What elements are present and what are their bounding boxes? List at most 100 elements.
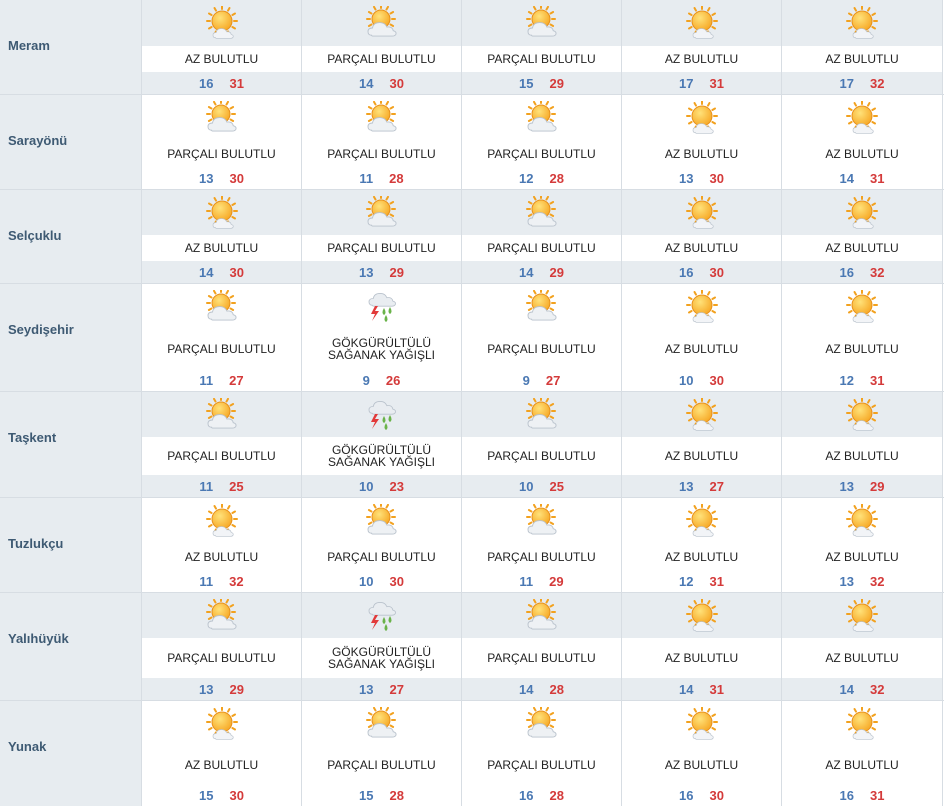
max-temp: 30 — [709, 170, 724, 186]
weather-icon-cell — [302, 392, 461, 438]
sun-cloud-icon — [525, 503, 557, 535]
max-temp: 31 — [870, 787, 885, 803]
forecast-day: PARÇALI BULUTLU 11 25 — [142, 392, 302, 497]
sun-small-cloud-icon — [685, 706, 718, 740]
city-cell: Seydişehir — [0, 284, 142, 391]
temperature-pair: 16 31 — [782, 784, 942, 806]
city-cell: Yalıhüyük — [0, 593, 142, 700]
weather-icon-cell — [782, 392, 942, 438]
city-name[interactable]: Meram — [8, 38, 50, 53]
min-temp: 10 — [679, 372, 694, 388]
min-temp: 9 — [522, 372, 530, 388]
sun-cloud-icon — [365, 195, 397, 227]
thunder-rain-icon — [368, 601, 396, 631]
city-name[interactable]: Yunak — [8, 739, 46, 754]
min-temp: 17 — [679, 75, 694, 91]
city-name[interactable]: Taşkent — [8, 430, 56, 445]
weather-icon-cell — [462, 0, 621, 46]
max-temp: 28 — [389, 787, 404, 803]
condition-text: PARÇALI BULUTLU — [302, 140, 461, 168]
forecast-day: PARÇALI BULUTLU 16 28 — [462, 701, 622, 806]
max-temp: 29 — [389, 264, 404, 280]
max-temp: 28 — [549, 681, 564, 697]
min-temp: 11 — [199, 478, 214, 494]
condition-text: PARÇALI BULUTLU — [462, 140, 621, 168]
city-cell: Sarayönü — [0, 95, 142, 189]
min-temp: 13 — [679, 170, 694, 186]
day-columns: AZ BULUTLU 11 32 PARÇALI BULUTLU 10 30 P… — [142, 498, 944, 592]
max-temp: 29 — [549, 75, 564, 91]
forecast-day: AZ BULUTLU 14 31 — [782, 95, 943, 189]
weather-icon-cell — [302, 0, 461, 46]
city-cell: Tuzlukçu — [0, 498, 142, 592]
condition-text: PARÇALI BULUTLU — [462, 329, 621, 370]
max-temp: 29 — [549, 573, 564, 589]
city-name[interactable]: Yalıhüyük — [8, 631, 69, 646]
city-name[interactable]: Seydişehir — [8, 322, 74, 337]
max-temp: 28 — [549, 787, 564, 803]
temperature-pair: 14 31 — [622, 678, 781, 700]
sun-cloud-icon — [525, 100, 557, 132]
temperature-pair: 9 27 — [462, 369, 621, 391]
forecast-day: PARÇALI BULUTLU 15 28 — [302, 701, 462, 806]
forecast-day: PARÇALI BULUTLU 11 29 — [462, 498, 622, 592]
sun-cloud-icon — [205, 100, 237, 132]
sun-small-cloud-icon — [846, 706, 878, 740]
condition-text: AZ BULUTLU — [782, 140, 942, 168]
city-name[interactable]: Sarayönü — [8, 133, 67, 148]
condition-text: AZ BULUTLU — [782, 235, 942, 262]
sun-cloud-icon — [365, 6, 397, 37]
weather-icon-cell — [302, 284, 461, 330]
temperature-pair: 11 29 — [462, 570, 621, 592]
min-temp: 14 — [519, 681, 534, 697]
max-temp: 30 — [229, 787, 244, 803]
temperature-pair: 16 31 — [142, 72, 301, 94]
weather-icon-cell — [142, 593, 301, 639]
max-temp: 32 — [870, 75, 885, 91]
temperature-pair: 14 30 — [302, 72, 461, 94]
city-cell: Meram — [0, 0, 142, 94]
city-name[interactable]: Tuzlukçu — [8, 536, 63, 551]
min-temp: 13 — [199, 170, 214, 186]
weather-icon-cell — [622, 392, 781, 438]
max-temp: 25 — [549, 478, 564, 494]
forecast-day: PARÇALI BULUTLU 15 29 — [462, 0, 622, 94]
min-temp: 17 — [839, 75, 854, 91]
city-row: Yalıhüyük PARÇALI BULUTLU 13 29 GÖKGÜRÜL… — [0, 592, 944, 700]
weather-icon-cell — [462, 701, 621, 747]
condition-text: PARÇALI BULUTLU — [462, 235, 621, 262]
temperature-pair: 11 25 — [142, 475, 301, 497]
condition-text: AZ BULUTLU — [622, 437, 781, 476]
city-row: Tuzlukçu AZ BULUTLU 11 32 PARÇALI BULUTL… — [0, 497, 944, 592]
weather-icon-cell — [622, 498, 781, 544]
min-temp: 13 — [199, 681, 214, 697]
weather-icon-cell — [302, 701, 461, 747]
max-temp: 31 — [870, 170, 885, 186]
sun-small-cloud-icon — [685, 503, 718, 537]
weather-icon-cell — [622, 284, 781, 330]
min-temp: 14 — [199, 264, 214, 280]
temperature-pair: 16 30 — [622, 261, 781, 283]
sun-small-cloud-icon — [205, 6, 238, 39]
forecast-day: AZ BULUTLU 13 29 — [782, 392, 943, 497]
temperature-pair: 15 28 — [302, 784, 461, 806]
temperature-pair: 11 27 — [142, 369, 301, 391]
min-temp: 14 — [519, 264, 534, 280]
condition-text: AZ BULUTLU — [142, 746, 301, 785]
forecast-day: PARÇALI BULUTLU 11 28 — [302, 95, 462, 189]
city-row: Selçuklu AZ BULUTLU 14 30 PARÇALI BULUTL… — [0, 189, 944, 283]
day-columns: PARÇALI BULUTLU 11 25 GÖKGÜRÜLTÜLÜ SAĞAN… — [142, 392, 944, 497]
weather-icon-cell — [782, 190, 942, 236]
weather-icon-cell — [142, 95, 301, 141]
forecast-day: AZ BULUTLU 14 31 — [622, 593, 782, 700]
forecast-day: AZ BULUTLU 14 32 — [782, 593, 943, 700]
condition-text: PARÇALI BULUTLU — [142, 329, 301, 370]
condition-text: PARÇALI BULUTLU — [462, 638, 621, 679]
weather-icon-cell — [142, 0, 301, 46]
weather-icon-cell — [462, 284, 621, 330]
city-name[interactable]: Selçuklu — [8, 228, 61, 243]
condition-text: PARÇALI BULUTLU — [302, 543, 461, 571]
sun-cloud-icon — [525, 195, 557, 227]
min-temp: 10 — [359, 478, 374, 494]
temperature-pair: 13 30 — [622, 167, 781, 189]
